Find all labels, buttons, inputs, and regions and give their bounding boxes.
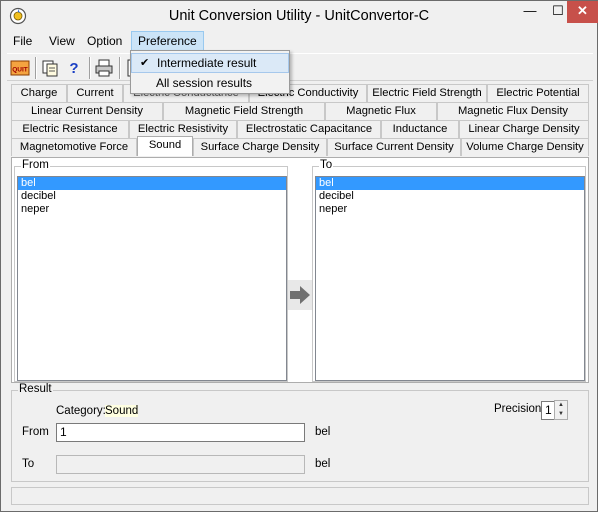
- status-bar: [11, 487, 589, 505]
- spin-up-icon[interactable]: ▲: [555, 401, 567, 410]
- spin-down-icon[interactable]: ▼: [555, 410, 567, 419]
- from-unit-list[interactable]: bel decibel neper: [17, 176, 287, 381]
- conversion-panel: From bel decibel neper To bel decibel ne…: [11, 157, 589, 383]
- from-group-label: From: [21, 159, 50, 171]
- list-item[interactable]: neper: [316, 203, 584, 216]
- tab-linear-charge-density[interactable]: Linear Charge Density: [459, 120, 589, 138]
- precision-label: Precision: [494, 403, 542, 415]
- precision-stepper[interactable]: ▲ ▼: [554, 400, 568, 420]
- svg-text:QUIT: QUIT: [12, 67, 28, 74]
- tab-linear-current-density[interactable]: Linear Current Density: [11, 102, 163, 120]
- toolbar: QUIT ?: [7, 53, 593, 81]
- tab-charge[interactable]: Charge: [11, 84, 67, 102]
- tab-magnetic-flux[interactable]: Magnetic Flux: [325, 102, 437, 120]
- print-icon: [95, 59, 113, 77]
- title-bar[interactable]: Unit Conversion Utility - UnitConvertor-…: [1, 1, 598, 31]
- to-group-label: To: [319, 159, 334, 171]
- convert-arrow-button[interactable]: [288, 280, 312, 310]
- quit-button[interactable]: QUIT: [9, 57, 31, 79]
- quit-icon: QUIT: [10, 60, 30, 76]
- menu-preference[interactable]: Preference: [131, 31, 204, 51]
- list-item[interactable]: bel: [316, 177, 584, 190]
- tab-current[interactable]: Current: [67, 84, 123, 102]
- arrow-right-icon: [290, 286, 310, 304]
- toolbar-separator: [89, 57, 91, 79]
- result-to-label: To: [22, 458, 35, 470]
- tab-electric-potential[interactable]: Electric Potential: [487, 84, 589, 102]
- menu-item-label: All session results: [156, 76, 253, 90]
- tab-row-4: Magnetomotive Force Sound Surface Charge…: [11, 136, 589, 156]
- category-tabs: Charge Current Electric Conductance Elec…: [11, 83, 589, 157]
- tab-row-1: Charge Current Electric Conductance Elec…: [11, 84, 589, 102]
- app-window: Unit Conversion Utility - UnitConvertor-…: [0, 0, 598, 512]
- list-item[interactable]: neper: [18, 203, 286, 216]
- help-icon: ?: [69, 59, 79, 77]
- preference-dropdown: ✔ Intermediate result All session result…: [130, 50, 290, 94]
- from-unit-label: bel: [315, 426, 331, 438]
- tab-inductance[interactable]: Inductance: [381, 120, 459, 138]
- to-group: To bel decibel neper: [312, 159, 586, 382]
- tab-sound[interactable]: Sound: [137, 136, 193, 156]
- help-button[interactable]: ?: [63, 57, 85, 79]
- list-item[interactable]: bel: [18, 177, 286, 190]
- to-unit-list[interactable]: bel decibel neper: [315, 176, 585, 381]
- tab-row-3: Electric Resistance Electric Resistivity…: [11, 120, 589, 138]
- to-unit-label: bel: [315, 458, 331, 470]
- result-group-label: Result: [18, 383, 53, 395]
- close-button[interactable]: ✕: [567, 1, 598, 23]
- print-button[interactable]: [93, 57, 115, 79]
- tab-row-2: Linear Current Density Magnetic Field St…: [11, 102, 589, 120]
- menu-item-all-session-results[interactable]: All session results: [131, 73, 289, 93]
- category-value: Sound: [105, 405, 139, 417]
- tab-electric-field-strength[interactable]: Electric Field Strength: [367, 84, 487, 102]
- list-item[interactable]: decibel: [316, 190, 584, 203]
- window-title: Unit Conversion Utility - UnitConvertor-…: [168, 8, 430, 24]
- copy-icon: [42, 60, 58, 77]
- minimize-button[interactable]: —: [516, 1, 544, 23]
- tab-magnetic-flux-density[interactable]: Magnetic Flux Density: [437, 102, 589, 120]
- toolbar-separator: [119, 57, 121, 79]
- from-group: From bel decibel neper: [14, 159, 288, 382]
- checkmark-icon: ✔: [140, 57, 150, 69]
- toolbar-separator: [35, 57, 37, 79]
- tab-electrostatic-capacitance[interactable]: Electrostatic Capacitance: [237, 120, 381, 138]
- list-item[interactable]: decibel: [18, 190, 286, 203]
- copy-button[interactable]: [39, 57, 61, 79]
- menu-item-intermediate-result[interactable]: ✔ Intermediate result: [131, 53, 289, 73]
- to-value-output: [56, 455, 305, 474]
- menu-item-label: Intermediate result: [157, 56, 257, 70]
- tab-magnetomotive-force[interactable]: Magnetomotive Force: [11, 138, 137, 156]
- menu-file[interactable]: File: [7, 31, 38, 51]
- category-label: Category:: [56, 405, 106, 417]
- menu-option[interactable]: Option: [81, 31, 128, 51]
- tab-surface-charge-density[interactable]: Surface Charge Density: [193, 138, 327, 156]
- menu-bar: File View Option Preference: [7, 31, 593, 51]
- tab-volume-charge-density[interactable]: Volume Charge Density: [461, 138, 589, 156]
- tab-electric-resistance[interactable]: Electric Resistance: [11, 120, 129, 138]
- from-value-input[interactable]: 1: [56, 423, 305, 442]
- tab-surface-current-density[interactable]: Surface Current Density: [327, 138, 461, 156]
- result-from-label: From: [22, 426, 49, 438]
- tab-magnetic-field-strength[interactable]: Magnetic Field Strength: [163, 102, 325, 120]
- menu-view[interactable]: View: [43, 31, 81, 51]
